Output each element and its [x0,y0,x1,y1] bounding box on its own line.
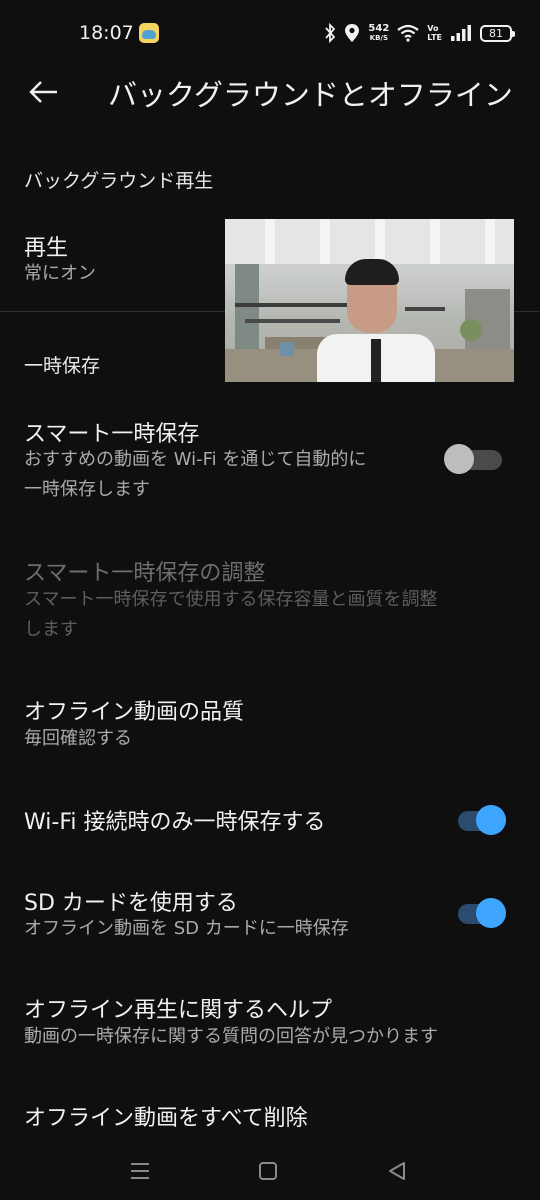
location-icon [345,24,360,42]
smart-download-row[interactable]: スマート一時保存 おすすめの動画を Wi-Fi を通じて自動的に 一時保存します [0,400,540,515]
toggle-thumb [476,898,506,928]
volte-indicator: Vo LTE [427,24,442,42]
sd-card-row[interactable]: SD カードを使用する オフライン動画を SD カードに一時保存 [0,870,540,950]
signal-icon [451,25,471,41]
smart-adjust-desc-line1: スマート一時保存で使用する保存容量と画質を調整 [24,589,438,610]
wifi-only-title: Wi-Fi 接続時のみ一時保存する [24,810,326,835]
video-person-tie [371,339,381,382]
smart-download-toggle[interactable] [444,440,504,474]
offline-quality-value: 毎回確認する [24,728,132,749]
page-title: バックグラウンドとオフライン [108,78,513,112]
recents-button[interactable] [123,1154,157,1188]
smart-adjust-desc-line2: します [24,619,78,640]
sd-card-title: SD カードを使用する [24,891,238,916]
wifi-only-toggle[interactable] [458,801,508,835]
volte-top: Vo [427,24,439,33]
section-header-downloads: 一時保存 [24,355,101,377]
system-nav-bar [0,1140,540,1200]
sd-card-desc: オフライン動画を SD カードに一時保存 [24,918,349,939]
toggle-thumb [444,444,474,474]
section-header-background-playback: バックグラウンド再生 [24,170,214,192]
nav-back-button[interactable] [380,1154,414,1188]
volte-bottom: LTE [427,33,442,42]
delete-all-offline-row[interactable]: オフライン動画をすべて削除 [0,1090,540,1140]
net-speed-value: 542 [368,23,390,34]
wifi-icon [397,24,419,42]
offline-quality-row[interactable]: オフライン動画の品質 毎回確認する [0,680,540,760]
video-beam [375,219,385,264]
wifi-only-row[interactable]: Wi-Fi 接続時のみ一時保存する [0,790,540,850]
smart-download-title: スマート一時保存 [24,422,200,447]
net-speed: 542 KB/S [368,23,390,43]
video-plant [460,319,482,341]
toggle-thumb [476,805,506,835]
offline-quality-title: オフライン動画の品質 [24,700,245,725]
video-overlay-bar [235,303,350,307]
app-bar: バックグラウンドとオフライン [0,58,540,124]
smart-download-desc-line2: 一時保存します [24,479,150,500]
smart-adjust-title: スマート一時保存の調整 [24,561,266,586]
offline-help-title: オフライン再生に関するヘルプ [24,998,333,1023]
status-time: 18:07 [79,22,134,44]
smart-download-desc-line1: おすすめの動画を Wi-Fi を通じて自動的に [24,449,367,470]
delete-all-offline-title: オフライン動画をすべて削除 [24,1106,308,1131]
recents-menu-icon [131,1163,149,1179]
battery-icon: 81 [480,24,515,42]
video-beam [485,219,495,264]
gallery-app-icon [139,23,159,43]
offline-help-desc: 動画の一時保存に関する質問の回答が見つかります [24,1026,438,1047]
video-person-hair [345,259,399,285]
bluetooth-icon [325,23,336,43]
arrow-left-icon [29,81,57,103]
video-wall [235,264,259,354]
status-icons: 542 KB/S Vo LTE 81 [324,20,515,46]
video-overlay-bar [245,319,340,323]
screen: 18:07 542 KB/S Vo LTE 81 バックグラウンドとオフライン … [0,0,540,1200]
smart-download-adjust-row: スマート一時保存の調整 スマート一時保存で使用する保存容量と画質を調整 します [0,540,540,650]
video-beam [430,219,440,264]
video-beam [265,219,275,264]
back-button[interactable] [22,70,66,114]
home-square-icon [259,1162,277,1180]
playback-title: 再生 [24,236,69,261]
mini-player-video[interactable] [225,219,514,382]
net-speed-unit: KB/S [369,34,389,42]
playback-value: 常にオン [24,263,96,284]
video-overlay-bar [405,307,445,311]
video-beam [320,219,330,264]
offline-help-row[interactable]: オフライン再生に関するヘルプ 動画の一時保存に関する質問の回答が見つかります [0,978,540,1058]
sd-card-toggle[interactable] [458,894,508,928]
home-button[interactable] [251,1154,285,1188]
back-triangle-icon [389,1162,405,1180]
video-cup [280,342,294,356]
